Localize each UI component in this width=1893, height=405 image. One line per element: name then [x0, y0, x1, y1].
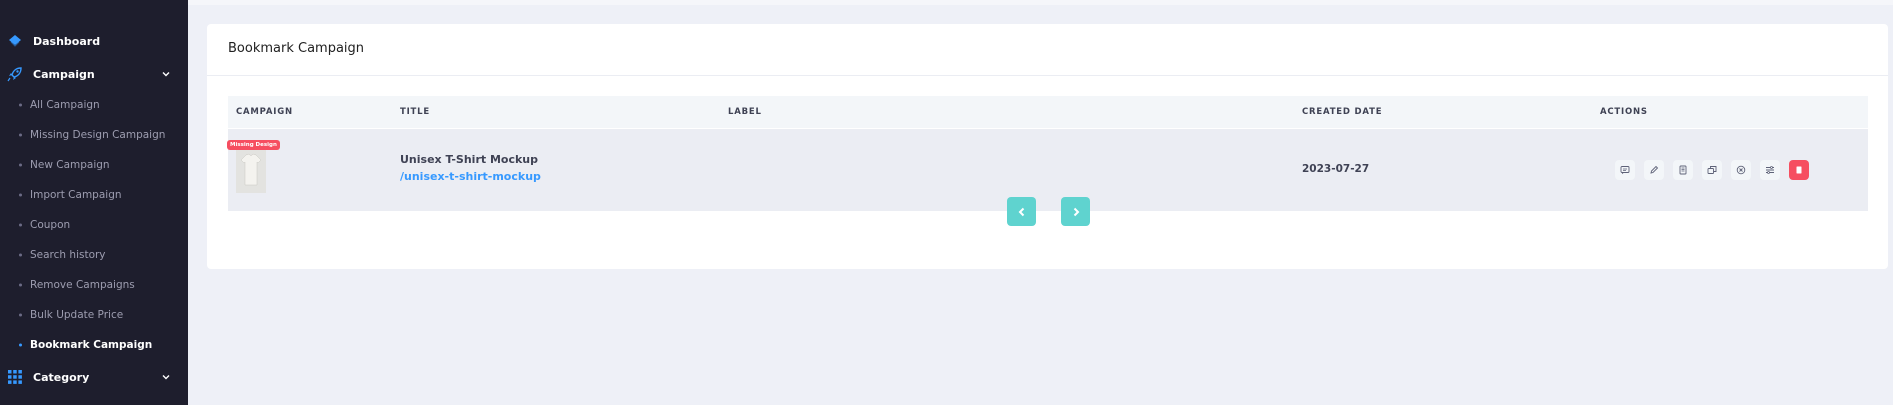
tshirt-image — [240, 153, 262, 186]
close-circle-icon — [1736, 165, 1746, 175]
column-header-campaign: CAMPAIGN — [236, 107, 293, 117]
prev-page-button[interactable] — [1007, 197, 1036, 226]
sidebar-sub-missing-design-campaign[interactable]: Missing Design Campaign — [0, 124, 188, 146]
rocket-icon — [7, 66, 23, 82]
table-row: Missing Design Unisex T-Shirt Mockup /un… — [227, 129, 1868, 211]
sidebar-sub-label: New Campaign — [30, 159, 110, 171]
bullet-icon — [19, 253, 22, 257]
duplicate-icon — [1707, 166, 1717, 174]
chevron-down-icon — [160, 68, 172, 80]
sidebar: Dashboard Campaign All Campaign Missing … — [0, 0, 188, 405]
sidebar-sub-all-campaign[interactable]: All Campaign — [0, 94, 188, 116]
settings-icon — [1766, 166, 1774, 174]
sidebar-sub-remove-campaigns[interactable]: Remove Campaigns — [0, 274, 188, 296]
row-actions — [1615, 160, 1809, 180]
sidebar-sub-label: Bookmark Campaign — [30, 339, 153, 351]
chevron-down-icon — [160, 371, 172, 383]
sidebar-item-dashboard[interactable]: Dashboard — [0, 28, 188, 54]
sidebar-sub-label: Missing Design Campaign — [30, 129, 166, 141]
bullet-icon — [19, 163, 22, 167]
next-page-button[interactable] — [1061, 197, 1090, 226]
bullet-icon — [19, 343, 22, 347]
bullet-icon — [19, 193, 22, 197]
column-header-actions: ACTIONS — [1600, 107, 1648, 117]
bullet-icon — [19, 103, 22, 107]
duplicate-button[interactable] — [1702, 160, 1722, 180]
chevron-left-icon — [1018, 207, 1024, 216]
sidebar-sub-import-campaign[interactable]: Import Campaign — [0, 184, 188, 206]
campaign-thumbnail[interactable] — [236, 145, 266, 193]
table-header: CAMPAIGN TITLE LABEL CREATED DATE ACTION… — [228, 96, 1868, 128]
copy-button[interactable] — [1673, 160, 1693, 180]
campaign-slug-link[interactable]: /unisex-t-shirt-mockup — [400, 170, 541, 183]
bookmark-button[interactable] — [1615, 160, 1635, 180]
sidebar-sub-label: Remove Campaigns — [30, 279, 135, 291]
sidebar-sub-new-campaign[interactable]: New Campaign — [0, 154, 188, 176]
sidebar-sub-label: Search history — [30, 249, 106, 261]
sidebar-item-label: Campaign — [33, 67, 95, 81]
delete-button[interactable] — [1789, 160, 1809, 180]
created-date: 2023-07-27 — [1302, 163, 1370, 175]
sidebar-sub-bookmark-campaign[interactable]: Bookmark Campaign — [0, 334, 188, 356]
main-card: Bookmark Campaign CAMPAIGN TITLE LABEL C… — [207, 24, 1888, 269]
sidebar-item-label: Dashboard — [33, 34, 101, 48]
edit-button[interactable] — [1644, 160, 1664, 180]
chevron-right-icon — [1073, 207, 1079, 216]
sidebar-sub-coupon[interactable]: Coupon — [0, 214, 188, 236]
column-header-label: LABEL — [728, 107, 762, 117]
delete-icon — [1796, 166, 1802, 174]
sidebar-sub-bulk-update-price[interactable]: Bulk Update Price — [0, 304, 188, 326]
sidebar-sub-label: All Campaign — [30, 99, 100, 111]
sidebar-item-label: Category — [33, 370, 90, 384]
page-title: Bookmark Campaign — [228, 41, 365, 56]
sidebar-sub-label: Bulk Update Price — [30, 309, 124, 321]
missing-design-badge: Missing Design — [227, 140, 280, 150]
card-header: Bookmark Campaign — [207, 24, 1888, 76]
bullet-icon — [19, 133, 22, 137]
copy-icon — [1679, 165, 1687, 175]
campaign-title: Unisex T-Shirt Mockup — [400, 153, 538, 166]
sidebar-sub-label: Coupon — [30, 219, 71, 231]
bullet-icon — [19, 223, 22, 227]
sidebar-sub-label: Import Campaign — [30, 189, 122, 201]
column-header-created-date: CREATED DATE — [1302, 107, 1383, 117]
sidebar-item-campaign[interactable]: Campaign — [0, 61, 188, 87]
sidebar-item-category[interactable]: Category — [0, 364, 188, 390]
top-strip — [188, 0, 1893, 5]
sidebar-sub-search-history[interactable]: Search history — [0, 244, 188, 266]
grid-icon — [7, 369, 23, 385]
bullet-icon — [19, 313, 22, 317]
close-circle-button[interactable] — [1731, 160, 1751, 180]
bullet-icon — [19, 283, 22, 287]
layers-icon — [7, 33, 23, 49]
settings-button[interactable] — [1760, 160, 1780, 180]
edit-icon — [1650, 165, 1659, 174]
column-header-title: TITLE — [400, 107, 430, 117]
bookmark-icon — [1620, 166, 1630, 175]
